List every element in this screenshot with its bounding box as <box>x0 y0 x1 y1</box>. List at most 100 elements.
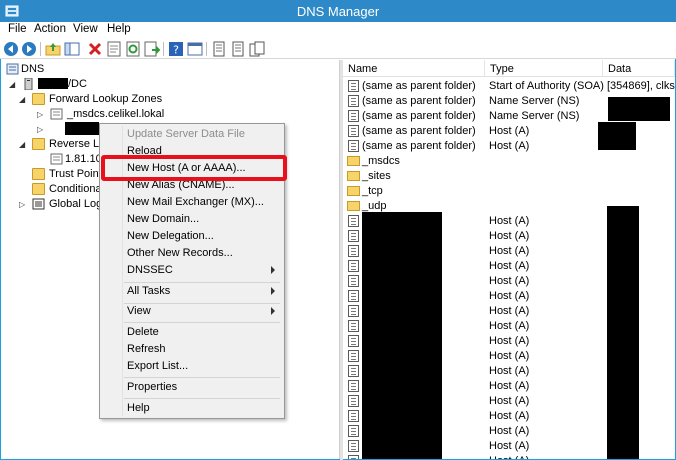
submenu-arrow-icon <box>271 287 275 295</box>
refresh-icon[interactable] <box>125 41 141 57</box>
record-icon <box>348 440 359 452</box>
expanded-arrow-icon[interactable]: ◢ <box>9 80 18 89</box>
back-icon[interactable] <box>3 41 19 57</box>
table-row[interactable]: (same as parent folder) Start of Authorit… <box>343 79 675 94</box>
record-type: Host (A) <box>489 320 530 332</box>
record-icon <box>348 215 359 227</box>
records-multi-icon[interactable] <box>249 41 265 57</box>
record-icon <box>348 125 359 137</box>
delete-icon[interactable] <box>87 41 103 57</box>
record-type: Host (A) <box>489 380 530 392</box>
table-row[interactable]: _tcp <box>343 184 675 199</box>
collapsed-arrow-icon[interactable]: ▷ <box>19 200 28 209</box>
column-header-data[interactable]: Data <box>603 60 675 77</box>
menu-item-new-domain[interactable]: New Domain... <box>103 211 281 228</box>
folder-icon <box>347 156 360 166</box>
collapsed-arrow-icon[interactable]: ▷ <box>37 110 46 119</box>
console-icon[interactable] <box>187 41 203 57</box>
record-name: _tcp <box>362 185 383 197</box>
tree-node-server[interactable]: ◢ /DC <box>9 77 209 92</box>
record-name: (same as parent folder) <box>362 80 476 92</box>
tree-node-forward-lookup-zones[interactable]: ◢ Forward Lookup Zones <box>19 92 269 107</box>
record-type: Host (A) <box>489 230 530 242</box>
help-icon[interactable]: ? <box>168 41 184 57</box>
title-bar: DNS Manager <box>0 0 676 22</box>
record-icon <box>348 245 359 257</box>
export-list-icon[interactable] <box>144 41 160 57</box>
menu-item-view[interactable]: View <box>103 303 281 320</box>
column-header-type[interactable]: Type <box>485 60 603 77</box>
menu-item-properties[interactable]: Properties <box>103 379 281 396</box>
folder-up-icon[interactable] <box>45 41 61 57</box>
menu-item-dnssec[interactable]: DNSSEC <box>103 262 281 279</box>
folder-icon <box>32 168 45 180</box>
menu-item-help[interactable]: Help <box>103 400 281 417</box>
menu-item-label: Properties <box>127 381 178 393</box>
record-type: Start of Authority (SOA) <box>489 80 604 92</box>
forward-icon[interactable] <box>21 41 37 57</box>
menu-view[interactable]: View <box>73 23 98 35</box>
collapsed-arrow-icon[interactable]: ▷ <box>37 125 46 134</box>
record-icon <box>348 365 359 377</box>
folder-icon <box>347 201 360 211</box>
tree-label: DNS <box>21 63 45 75</box>
record-type: Host (A) <box>489 290 530 302</box>
record-icon <box>348 320 359 332</box>
tree-node-msdcs-zone[interactable]: ▷ _msdcs.celikel.lokal <box>37 107 287 122</box>
menu-item-new-mail-exchanger[interactable]: New Mail Exchanger (MX)... <box>103 194 281 211</box>
table-row[interactable]: _msdcs <box>343 154 675 169</box>
svg-text:?: ? <box>173 44 179 57</box>
menu-action[interactable]: Action <box>34 23 66 35</box>
menu-separator <box>124 398 280 399</box>
record-type: Name Server (NS) <box>489 110 580 122</box>
record-type: Name Server (NS) <box>489 95 580 107</box>
menu-item-all-tasks[interactable]: All Tasks <box>103 283 281 300</box>
record-type: Host (A) <box>489 440 530 452</box>
record-icon <box>348 395 359 407</box>
record-icon <box>348 95 359 107</box>
redaction-block <box>608 97 670 121</box>
table-row[interactable]: _sites <box>343 169 675 184</box>
record-icon <box>348 230 359 242</box>
menu-item-label: New Delegation... <box>127 230 214 242</box>
records-icon[interactable] <box>211 41 227 57</box>
folder-icon <box>347 171 360 181</box>
redaction-block <box>607 206 639 459</box>
menu-item-new-delegation[interactable]: New Delegation... <box>103 228 281 245</box>
column-header-name[interactable]: Name <box>343 60 485 77</box>
toolbar-separator <box>163 42 164 56</box>
menu-item-label: Other New Records... <box>127 247 233 259</box>
record-type: Host (A) <box>489 245 530 257</box>
record-icon <box>348 305 359 317</box>
expanded-arrow-icon[interactable]: ◢ <box>19 140 28 149</box>
record-type: Host (A) <box>489 140 530 152</box>
record-icon <box>348 380 359 392</box>
redaction-block <box>598 122 636 150</box>
menu-item-label: Update Server Data File <box>127 128 245 140</box>
menu-item-delete[interactable]: Delete <box>103 324 281 341</box>
record-type: Host (A) <box>489 125 530 137</box>
record-icon <box>348 410 359 422</box>
record-icon <box>348 110 359 122</box>
tree-node-dns[interactable]: DNS <box>4 62 204 77</box>
record-name: _udp <box>362 200 387 212</box>
window-title: DNS Manager <box>296 4 380 19</box>
record-type: Host (A) <box>489 395 530 407</box>
properties-icon[interactable] <box>106 41 122 57</box>
record-type: Host (A) <box>489 335 530 347</box>
tree-label: Forward Lookup Zones <box>49 93 163 105</box>
menu-item-refresh[interactable]: Refresh <box>103 341 281 358</box>
menu-file[interactable]: File <box>8 23 27 35</box>
menu-item-label: Help <box>127 402 150 414</box>
menu-item-label: DNSSEC <box>127 264 173 276</box>
show-hide-tree-icon[interactable] <box>64 41 80 57</box>
records-alt-icon[interactable] <box>230 41 246 57</box>
menu-item-export-list[interactable]: Export List... <box>103 358 281 375</box>
record-type: Host (A) <box>489 455 529 459</box>
expanded-arrow-icon[interactable]: ◢ <box>19 95 28 104</box>
menu-item-update-server-data-file: Update Server Data File <box>103 126 281 143</box>
menu-help[interactable]: Help <box>107 23 131 35</box>
record-name: (same as parent folder) <box>362 125 476 137</box>
redaction-block <box>362 212 442 459</box>
menu-item-other-new-records[interactable]: Other New Records... <box>103 245 281 262</box>
